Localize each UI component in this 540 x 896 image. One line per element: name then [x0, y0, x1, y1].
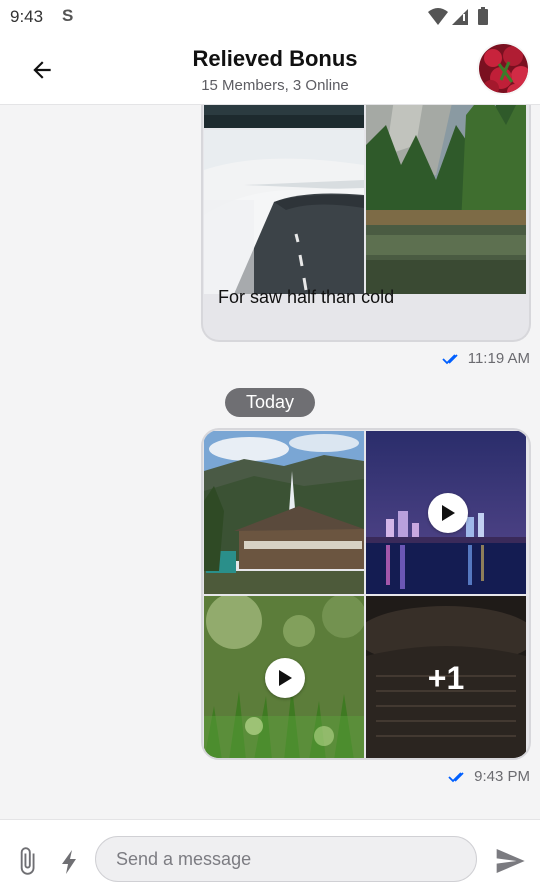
wifi-icon: [428, 8, 448, 25]
message-time: 11:19 AM: [467, 350, 530, 367]
gallery-image[interactable]: [204, 431, 364, 594]
date-separator: Today: [225, 388, 315, 417]
gallery-image-more[interactable]: +1: [366, 596, 526, 758]
forest-lake-image: [366, 105, 526, 294]
snowy-road-image: [204, 130, 364, 294]
attach-button[interactable]: [12, 846, 42, 876]
status-icons: [428, 7, 488, 25]
message-meta: 11:19 AM: [442, 350, 530, 367]
lightning-icon: [62, 850, 76, 874]
signal-icon: [452, 9, 468, 25]
paperclip-icon: [20, 847, 35, 875]
app-indicator-icon: S: [62, 6, 74, 25]
play-icon: [442, 505, 455, 521]
chat-header: Relieved Bonus 15 Members, 3 Online: [0, 34, 540, 105]
message-input[interactable]: [95, 836, 477, 882]
gallery-image[interactable]: [204, 130, 364, 294]
commands-button[interactable]: [58, 848, 80, 876]
mountain-house-image: [204, 431, 364, 594]
battery-icon: [478, 9, 488, 25]
channel-member-status: 15 Members, 3 Online: [201, 77, 349, 94]
dark-landscape-image: [204, 105, 364, 128]
play-button[interactable]: [265, 658, 305, 698]
gallery-image[interactable]: [204, 105, 364, 128]
status-bar: 9:43 S: [0, 0, 540, 34]
double-check-icon: [448, 771, 464, 782]
message-list[interactable]: For saw half than cold 11:19 AM Today +1…: [0, 105, 540, 819]
message-bubble[interactable]: For saw half than cold: [201, 105, 531, 342]
message-meta: 9:43 PM: [448, 768, 530, 785]
play-button[interactable]: [428, 493, 468, 533]
double-check-icon: [442, 353, 458, 364]
send-button[interactable]: [494, 845, 526, 877]
channel-avatar[interactable]: [477, 42, 530, 95]
message-caption: For saw half than cold: [218, 287, 395, 307]
message-bubble[interactable]: +1: [201, 428, 531, 760]
play-icon: [279, 670, 292, 686]
channel-title: Relieved Bonus: [192, 46, 358, 71]
status-time: 9:43: [10, 7, 44, 26]
message-composer: [0, 819, 540, 896]
gallery-video[interactable]: [204, 596, 364, 758]
more-images-count: +1: [366, 596, 526, 758]
message-time: 9:43 PM: [474, 768, 530, 785]
gallery-image[interactable]: [366, 105, 526, 294]
gallery-video[interactable]: [366, 431, 526, 594]
send-icon: [496, 849, 525, 873]
